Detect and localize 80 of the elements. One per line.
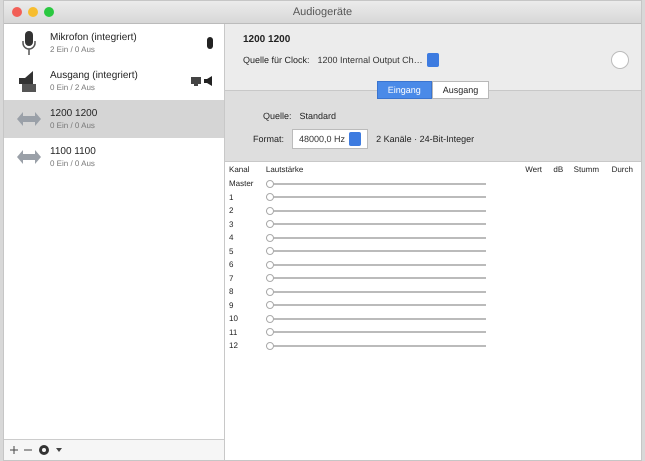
channel-label: 12 bbox=[229, 341, 238, 350]
channel-label: 1 bbox=[229, 192, 234, 202]
slider-thumb[interactable] bbox=[266, 274, 274, 282]
column-header: dB bbox=[553, 165, 564, 174]
source-value: Standard bbox=[300, 111, 336, 121]
device-channels: 0 Ein / 0 Aus bbox=[50, 159, 96, 168]
window-title: Audiogeräte bbox=[292, 6, 352, 18]
column-header: Stumm bbox=[574, 165, 599, 174]
channel-label: 6 bbox=[229, 260, 234, 270]
device-list-item[interactable]: 1100 1100 0 Ein / 0 Aus bbox=[4, 138, 224, 176]
channel-label: Master bbox=[229, 179, 254, 188]
settings-icon[interactable] bbox=[38, 444, 50, 456]
format-popup[interactable]: 48000,0 Hz bbox=[292, 129, 368, 149]
channel-label: 3 bbox=[229, 220, 234, 229]
format-label: Format: bbox=[253, 134, 284, 144]
slider-thumb[interactable] bbox=[266, 193, 274, 202]
slider-thumb[interactable] bbox=[266, 301, 274, 310]
device-list-item[interactable]: Mikrofon (integriert) 2 Ein / 0 Aus bbox=[4, 24, 224, 62]
minimize-button[interactable] bbox=[28, 7, 38, 17]
volume-slider[interactable] bbox=[266, 210, 486, 212]
volume-slider[interactable] bbox=[266, 344, 486, 347]
device-name: Ausgang (integriert) bbox=[50, 70, 139, 81]
slider-thumb[interactable] bbox=[266, 328, 274, 336]
volume-slider[interactable] bbox=[266, 304, 486, 306]
channel-label: 9 bbox=[229, 300, 234, 310]
format-detail: 2 Kanäle · 24-Bit-Integer bbox=[376, 134, 474, 144]
slider-thumb[interactable] bbox=[266, 206, 274, 215]
device-list-item[interactable]: 1200 1200 0 Ein / 0 Aus bbox=[4, 100, 224, 138]
slider-thumb[interactable] bbox=[266, 220, 274, 228]
slider-thumb[interactable] bbox=[266, 234, 274, 242]
device-name: 1100 1100 bbox=[50, 146, 97, 157]
help-button[interactable] bbox=[611, 51, 629, 69]
volume-slider[interactable] bbox=[266, 223, 486, 226]
screen-icon bbox=[191, 76, 201, 86]
slider-thumb[interactable] bbox=[266, 180, 274, 188]
channel-label: 10 bbox=[229, 314, 238, 324]
microphone-icon bbox=[206, 37, 214, 49]
channel-label: 2 bbox=[229, 206, 234, 216]
clock-source-popup[interactable]: 1200 Internal Output Ch… bbox=[318, 53, 439, 67]
volume-slider[interactable] bbox=[266, 264, 486, 266]
speaker-icon bbox=[204, 76, 214, 86]
device-name: 1200 1200 bbox=[50, 108, 98, 119]
clock-source-label: Quelle für Clock: bbox=[243, 55, 310, 65]
add-icon[interactable] bbox=[10, 446, 18, 454]
device-channels: 0 Ein / 2 Aus bbox=[50, 83, 96, 92]
tab[interactable]: Ausgang bbox=[432, 81, 490, 99]
volume-slider[interactable] bbox=[266, 236, 486, 239]
source-label: Quelle: bbox=[263, 111, 292, 121]
close-button[interactable] bbox=[12, 7, 22, 17]
slider-thumb[interactable] bbox=[266, 260, 274, 269]
column-header: Wert bbox=[525, 165, 542, 174]
volume-slider[interactable] bbox=[266, 250, 486, 252]
slider-thumb[interactable] bbox=[266, 247, 274, 256]
volume-slider[interactable] bbox=[266, 290, 486, 293]
channel-label: 4 bbox=[229, 233, 234, 242]
volume-slider[interactable] bbox=[266, 331, 486, 334]
column-header: Kanal bbox=[229, 165, 250, 174]
column-header: Durch bbox=[612, 165, 633, 174]
channel-label: 8 bbox=[229, 287, 234, 296]
volume-slider[interactable] bbox=[266, 182, 486, 185]
device-list-item[interactable]: Ausgang (integriert) 0 Ein / 2 Aus bbox=[4, 62, 224, 100]
slider-thumb[interactable] bbox=[266, 342, 274, 350]
device-name: Mikrofon (integriert) bbox=[50, 32, 138, 43]
volume-slider[interactable] bbox=[266, 318, 486, 320]
double-arrow-icon bbox=[16, 110, 42, 128]
double-arrow-icon bbox=[16, 148, 42, 166]
slider-thumb[interactable] bbox=[266, 288, 274, 296]
column-header: Lautstärke bbox=[266, 165, 304, 174]
channel-label: 11 bbox=[229, 328, 238, 337]
device-title: 1200 1200 bbox=[243, 34, 292, 45]
volume-slider[interactable] bbox=[266, 277, 486, 280]
channel-label: 7 bbox=[229, 274, 234, 283]
volume-slider[interactable] bbox=[266, 196, 486, 198]
device-channels: 2 Ein / 0 Aus bbox=[50, 45, 96, 54]
slider-thumb[interactable] bbox=[266, 314, 274, 323]
microphone-icon bbox=[22, 30, 36, 56]
device-channels: 0 Ein / 0 Aus bbox=[50, 121, 96, 130]
zoom-button[interactable] bbox=[44, 7, 54, 17]
caret-icon[interactable] bbox=[56, 448, 62, 452]
channel-label: 5 bbox=[229, 246, 234, 256]
